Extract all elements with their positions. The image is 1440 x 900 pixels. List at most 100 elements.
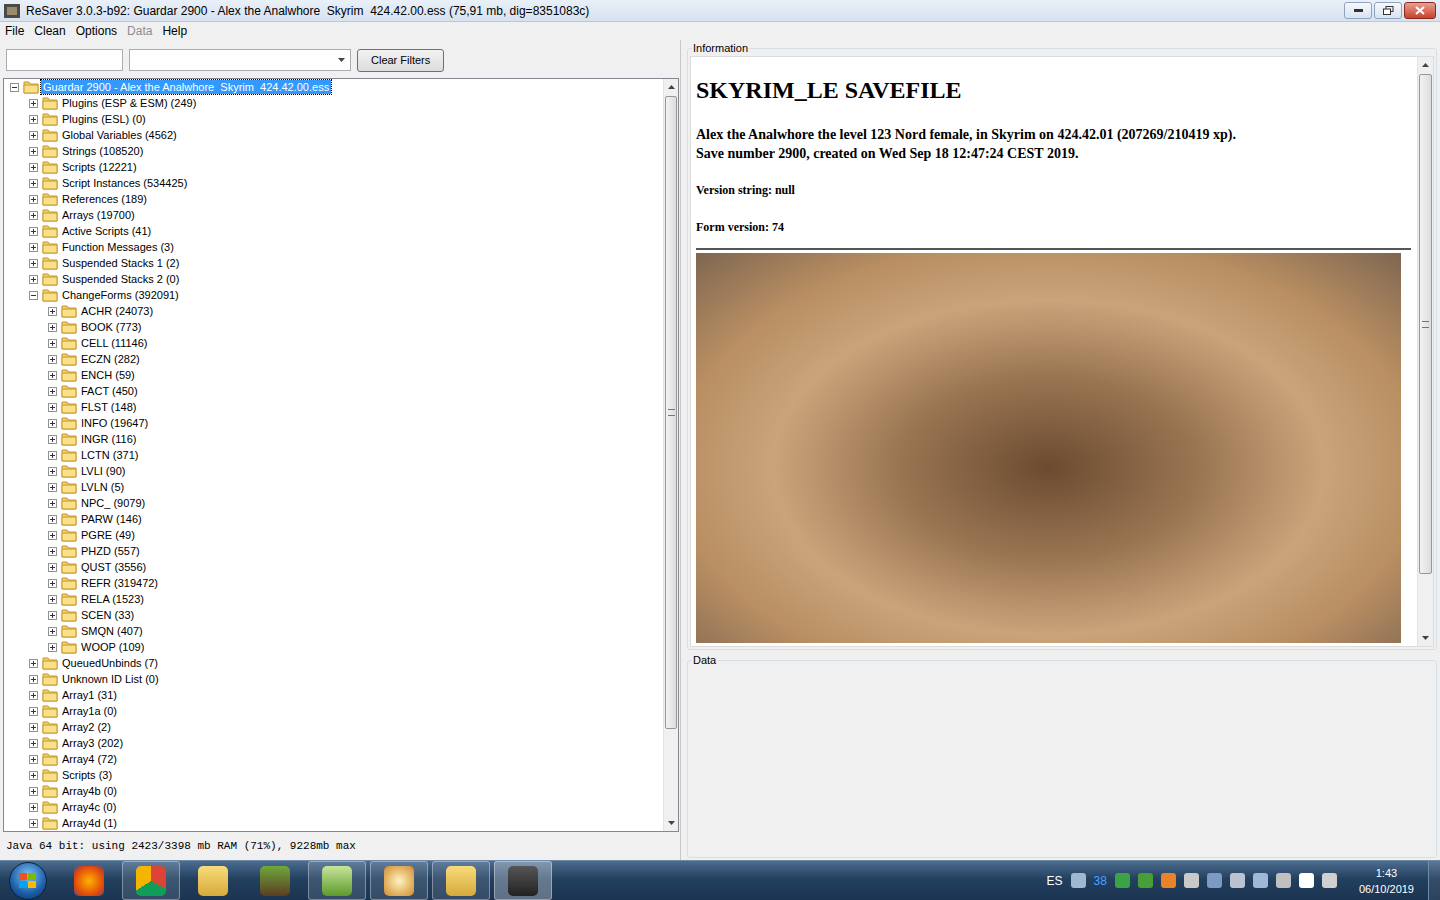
tree-row[interactable]: SCEN (33): [4, 607, 663, 623]
tree-label[interactable]: Plugins (ESL) (0): [60, 112, 148, 126]
tray-icon[interactable]: [1322, 873, 1337, 888]
expand-icon[interactable]: [29, 739, 38, 748]
tree-row[interactable]: Arrays (19700): [4, 207, 663, 223]
taskbar-app[interactable]: [308, 861, 366, 900]
tree-row[interactable]: SMQN (407): [4, 623, 663, 639]
taskbar-app[interactable]: [60, 861, 118, 900]
collapse-icon[interactable]: [29, 291, 38, 300]
expand-icon[interactable]: [48, 419, 57, 428]
tree-label[interactable]: Array4c (0): [60, 800, 118, 814]
scroll-down-button[interactable]: [1418, 630, 1433, 646]
expand-icon[interactable]: [48, 611, 57, 620]
tree-row[interactable]: PHZD (557): [4, 543, 663, 559]
tree-label[interactable]: Active Scripts (41): [60, 224, 153, 238]
tray-icon[interactable]: [1253, 873, 1268, 888]
tree-label[interactable]: SMQN (407): [79, 624, 145, 638]
tree-label[interactable]: PHZD (557): [79, 544, 142, 558]
tree-row[interactable]: ENCH (59): [4, 367, 663, 383]
menu-item[interactable]: Options: [71, 24, 122, 38]
tree-row[interactable]: BOOK (773): [4, 319, 663, 335]
tree-row[interactable]: PARW (146): [4, 511, 663, 527]
taskbar-app[interactable]: [184, 861, 242, 900]
menu-item[interactable]: File: [0, 24, 29, 38]
tree-row[interactable]: QueuedUnbinds (7): [4, 655, 663, 671]
tree-row[interactable]: Function Messages (3): [4, 239, 663, 255]
tree-label[interactable]: LVLI (90): [79, 464, 127, 478]
tree-row[interactable]: Active Scripts (41): [4, 223, 663, 239]
expand-icon[interactable]: [48, 563, 57, 572]
tree-label[interactable]: PARW (146): [79, 512, 144, 526]
tree-label[interactable]: INFO (19647): [79, 416, 150, 430]
tree-row[interactable]: Unknown ID List (0): [4, 671, 663, 687]
tree-label[interactable]: Plugins (ESP & ESM) (249): [60, 96, 198, 110]
expand-icon[interactable]: [29, 707, 38, 716]
arrow-down-icon[interactable]: [668, 821, 675, 825]
expand-icon[interactable]: [29, 771, 38, 780]
expand-icon[interactable]: [29, 115, 38, 124]
tray-icon[interactable]: [1207, 873, 1222, 888]
expand-icon[interactable]: [48, 451, 57, 460]
expand-icon[interactable]: [29, 803, 38, 812]
collapse-icon[interactable]: [10, 83, 19, 92]
tree-row[interactable]: Scripts (3): [4, 767, 663, 783]
tree-row[interactable]: Array3 (202): [4, 735, 663, 751]
scroll-down-button[interactable]: [664, 815, 678, 831]
tree-label[interactable]: Strings (108520): [60, 144, 145, 158]
tree-row[interactable]: WOOP (109): [4, 639, 663, 655]
expand-icon[interactable]: [29, 723, 38, 732]
taskbar-app[interactable]: [122, 861, 180, 900]
tray-icon[interactable]: [1115, 873, 1130, 888]
tree-scrollbar[interactable]: [663, 79, 678, 831]
tree-label[interactable]: QueuedUnbinds (7): [60, 656, 160, 670]
tree-row[interactable]: Array2 (2): [4, 719, 663, 735]
expand-icon[interactable]: [48, 547, 57, 556]
splitter[interactable]: [680, 40, 685, 860]
tree-label[interactable]: Suspended Stacks 1 (2): [60, 256, 181, 270]
taskbar-app[interactable]: [494, 861, 552, 900]
close-button[interactable]: [1404, 2, 1436, 19]
tree-row[interactable]: Array4 (72): [4, 751, 663, 767]
tree-label[interactable]: FLST (148): [79, 400, 138, 414]
expand-icon[interactable]: [48, 579, 57, 588]
tree-label[interactable]: LCTN (371): [79, 448, 140, 462]
tree-label[interactable]: Array4 (72): [60, 752, 119, 766]
tree-label[interactable]: Array1a (0): [60, 704, 119, 718]
expand-icon[interactable]: [48, 403, 57, 412]
clock[interactable]: 1:4306/10/2019: [1345, 865, 1420, 897]
filter-field[interactable]: [6, 49, 123, 71]
tree-label[interactable]: Arrays (19700): [60, 208, 137, 222]
arrow-up-icon[interactable]: [668, 85, 675, 89]
expand-icon[interactable]: [48, 467, 57, 476]
taskbar-app[interactable]: [246, 861, 304, 900]
menu-item[interactable]: Help: [157, 24, 192, 38]
tree-label[interactable]: CELL (11146): [79, 336, 149, 350]
arrow-down-icon[interactable]: [1422, 636, 1429, 640]
expand-icon[interactable]: [48, 515, 57, 524]
expand-icon[interactable]: [29, 659, 38, 668]
expand-icon[interactable]: [29, 195, 38, 204]
tree-row[interactable]: ECZN (282): [4, 351, 663, 367]
show-desktop-button[interactable]: [1428, 861, 1440, 900]
expand-icon[interactable]: [48, 643, 57, 652]
scroll-thumb[interactable]: [1419, 74, 1432, 574]
tree-label[interactable]: Guardar 2900 - Alex the Analwhore Skyrim…: [41, 80, 331, 94]
expand-icon[interactable]: [48, 323, 57, 332]
tree-label[interactable]: Suspended Stacks 2 (0): [60, 272, 181, 286]
expand-icon[interactable]: [48, 355, 57, 364]
tree-row[interactable]: NPC_ (9079): [4, 495, 663, 511]
filter-combo[interactable]: [129, 49, 351, 71]
tray-icon[interactable]: [1071, 873, 1086, 888]
tree-label[interactable]: Function Messages (3): [60, 240, 176, 254]
language-indicator[interactable]: ES: [1047, 874, 1063, 888]
tree-row[interactable]: QUST (3556): [4, 559, 663, 575]
tree-row[interactable]: LVLN (5): [4, 479, 663, 495]
expand-icon[interactable]: [29, 179, 38, 188]
tree-label[interactable]: LVLN (5): [79, 480, 126, 494]
tree-label[interactable]: Scripts (3): [60, 768, 114, 782]
expand-icon[interactable]: [29, 243, 38, 252]
tree-label[interactable]: WOOP (109): [79, 640, 146, 654]
expand-icon[interactable]: [29, 131, 38, 140]
expand-icon[interactable]: [29, 275, 38, 284]
tree-label[interactable]: ENCH (59): [79, 368, 137, 382]
tray-icon[interactable]: [1184, 873, 1199, 888]
